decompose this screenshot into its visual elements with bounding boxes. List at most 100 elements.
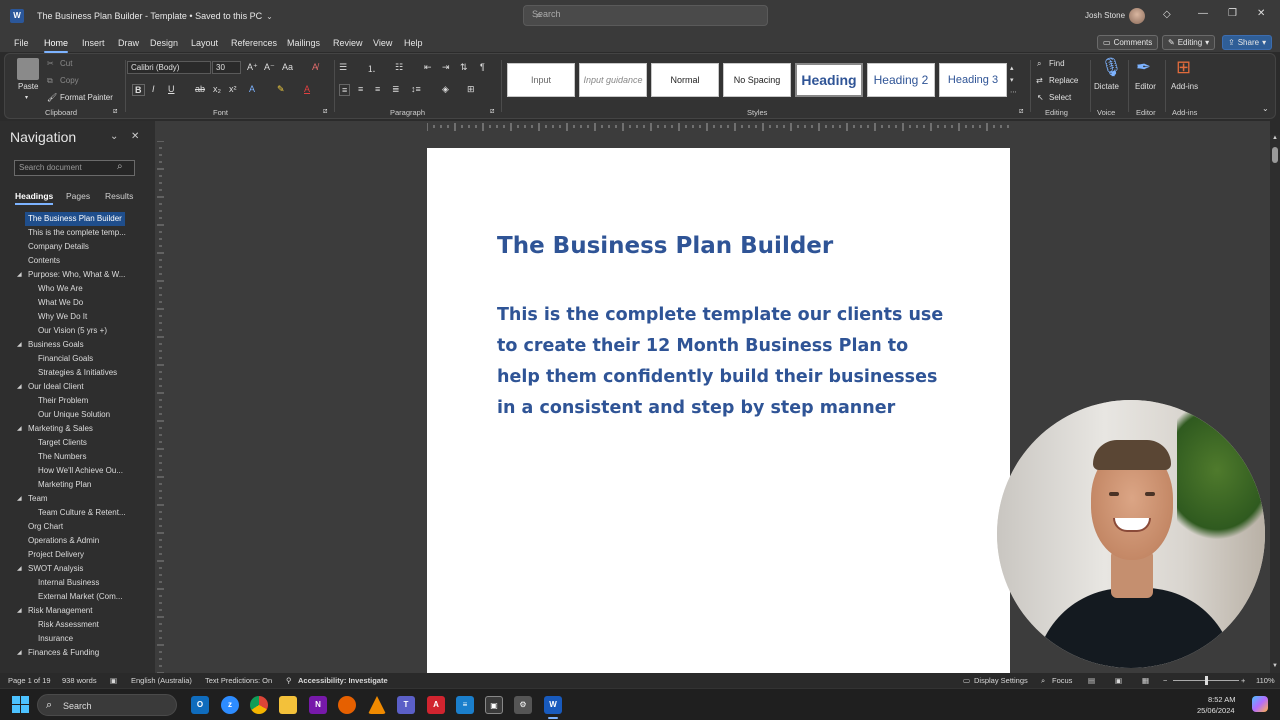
accessibility-status[interactable]: Accessibility: Investigate xyxy=(298,676,388,685)
print-layout-icon[interactable]: ▣ xyxy=(1115,676,1122,685)
windows-start-icon[interactable] xyxy=(12,696,30,714)
scrollbar-thumb[interactable] xyxy=(1272,147,1278,163)
collapse-triangle-icon[interactable]: ◢ xyxy=(17,338,22,352)
dialog-launcher-icon[interactable]: ⧄ xyxy=(1019,108,1023,116)
nav-heading-item[interactable]: Our Vision (5 yrs +) xyxy=(0,324,155,338)
text-predictions-status[interactable]: Text Predictions: On xyxy=(205,676,272,685)
addins-button[interactable]: Add-ins xyxy=(1171,82,1198,91)
nav-heading-item[interactable]: Contents xyxy=(0,254,155,268)
firefox-icon[interactable] xyxy=(338,696,356,714)
notepad-icon[interactable]: ≡ xyxy=(456,696,474,714)
nav-heading-item[interactable]: ◢ Marketing & Sales xyxy=(0,422,155,436)
font-name-select[interactable]: Calibri (Body) xyxy=(127,61,211,74)
style-normal[interactable]: Normal xyxy=(651,63,719,97)
align-left-icon[interactable]: ≡ xyxy=(339,84,351,96)
tab-references[interactable]: References xyxy=(231,38,277,48)
scroll-down-icon[interactable]: ▼ xyxy=(1272,663,1278,669)
select-button[interactable]: Select xyxy=(1049,93,1071,102)
user-name[interactable]: Josh Stone xyxy=(1085,11,1125,20)
collapse-triangle-icon[interactable]: ◢ xyxy=(17,422,22,436)
zoom-level[interactable]: 110% xyxy=(1256,676,1275,685)
ribbon-collapse-icon[interactable]: ⌄ xyxy=(1262,104,1269,113)
teams-icon[interactable]: T xyxy=(397,696,415,714)
increase-indent-icon[interactable]: ⇥ xyxy=(442,62,450,73)
document-title[interactable]: The Business Plan Builder - Template • S… xyxy=(37,11,262,21)
vlc-icon[interactable] xyxy=(368,696,386,714)
nav-heading-item[interactable]: This is the complete temp... xyxy=(0,226,155,240)
vertical-ruler[interactable] xyxy=(155,141,165,673)
underline-icon[interactable]: U xyxy=(168,84,175,94)
tab-home[interactable]: Home xyxy=(44,38,69,53)
chrome-icon[interactable] xyxy=(250,696,268,714)
bold-icon[interactable]: B xyxy=(132,84,145,96)
nav-heading-item[interactable]: ◢ Our Ideal Client xyxy=(0,380,155,394)
copy-button[interactable]: Copy xyxy=(60,76,79,85)
style-no-spacing[interactable]: No Spacing xyxy=(723,63,791,97)
tab-file[interactable]: File xyxy=(14,38,29,48)
nav-heading-item[interactable]: Internal Business xyxy=(0,576,155,590)
borders-icon[interactable]: ⊞ xyxy=(467,84,475,95)
display-settings-button[interactable]: Display Settings xyxy=(974,676,1028,685)
style-heading-3[interactable]: Heading 3 xyxy=(939,63,1007,97)
taskbar-search[interactable]: ⌕ Search xyxy=(37,694,177,716)
language-indicator[interactable]: English (Australia) xyxy=(131,676,192,685)
acrobat-icon[interactable]: A xyxy=(427,696,445,714)
nav-heading-item[interactable]: Our Unique Solution xyxy=(0,408,155,422)
dialog-launcher-icon[interactable]: ⧄ xyxy=(490,108,494,116)
shading-icon[interactable]: ◈ xyxy=(442,84,449,95)
replace-button[interactable]: Replace xyxy=(1049,76,1078,85)
style-input[interactable]: Input xyxy=(507,63,575,97)
style-input-guidance[interactable]: Input guidance xyxy=(579,63,647,97)
chevron-down-icon[interactable]: ⌄ xyxy=(110,131,118,142)
nav-heading-item[interactable]: Insurance xyxy=(0,632,155,646)
nav-heading-item[interactable]: ◢ Business Goals xyxy=(0,338,155,352)
nav-heading-item[interactable]: The Business Plan Builder xyxy=(0,212,155,226)
close-icon[interactable]: ✕ xyxy=(131,131,139,142)
tab-design[interactable]: Design xyxy=(150,38,178,48)
cut-button[interactable]: Cut xyxy=(60,59,72,68)
zoom-in-icon[interactable]: + xyxy=(1241,676,1245,685)
scroll-up-icon[interactable]: ▲ xyxy=(1272,135,1278,141)
nav-heading-item[interactable]: Org Chart xyxy=(0,520,155,534)
clock-date[interactable]: 25/06/2024 xyxy=(1197,706,1235,715)
collapse-triangle-icon[interactable]: ◢ xyxy=(17,492,22,506)
style-heading[interactable]: Heading xyxy=(795,63,863,97)
chevron-down-icon[interactable]: ▾ xyxy=(25,94,28,101)
nav-heading-item[interactable]: Their Problem xyxy=(0,394,155,408)
horizontal-ruler[interactable] xyxy=(427,121,1011,133)
document-heading[interactable]: The Business Plan Builder xyxy=(497,233,833,259)
photos-icon[interactable]: ▣ xyxy=(485,696,503,714)
search-box[interactable]: ⌕ Search xyxy=(523,5,768,26)
file-explorer-icon[interactable] xyxy=(279,696,297,714)
line-spacing-icon[interactable]: ↕≡ xyxy=(411,84,421,94)
nav-heading-item[interactable]: ◢ Finances & Funding xyxy=(0,646,155,660)
italic-icon[interactable]: I xyxy=(152,84,155,94)
decrease-indent-icon[interactable]: ⇤ xyxy=(424,62,432,73)
nav-heading-item[interactable]: Team Culture & Retent... xyxy=(0,506,155,520)
align-center-icon[interactable]: ≡ xyxy=(358,84,363,94)
tab-insert[interactable]: Insert xyxy=(82,38,105,48)
focus-button[interactable]: Focus xyxy=(1052,676,1072,685)
nav-heading-item[interactable]: Operations & Admin xyxy=(0,534,155,548)
zoom-slider-thumb[interactable] xyxy=(1205,676,1208,685)
bullets-icon[interactable]: ☰ xyxy=(339,62,347,73)
align-right-icon[interactable]: ≡ xyxy=(375,84,380,94)
premium-diamond-icon[interactable]: ◇ xyxy=(1163,9,1171,20)
document-subheading[interactable]: This is the complete template our client… xyxy=(497,300,947,424)
paste-button[interactable]: Paste xyxy=(18,82,38,91)
collapse-triangle-icon[interactable]: ◢ xyxy=(17,562,22,576)
comments-button[interactable]: ▭ Comments xyxy=(1097,35,1159,50)
styles-more-icon[interactable]: ⋯ xyxy=(1010,88,1017,96)
shrink-font-icon[interactable]: A⁻ xyxy=(264,62,275,73)
nav-heading-item[interactable]: The Numbers xyxy=(0,450,155,464)
grow-font-icon[interactable]: A⁺ xyxy=(247,62,258,73)
editor-pen-icon[interactable]: ✒ xyxy=(1136,57,1151,78)
text-effects-icon[interactable]: A xyxy=(249,84,255,94)
zoom-out-icon[interactable]: − xyxy=(1163,676,1167,685)
settings-gear-icon[interactable]: ⚙ xyxy=(514,696,532,714)
tab-headings[interactable]: Headings xyxy=(15,191,54,205)
share-button[interactable]: ⇪ Share ▾ xyxy=(1222,35,1273,50)
outlook-icon[interactable]: O xyxy=(191,696,209,714)
multilevel-list-icon[interactable]: ☷ xyxy=(395,62,403,73)
font-color-icon[interactable]: A xyxy=(304,84,310,94)
